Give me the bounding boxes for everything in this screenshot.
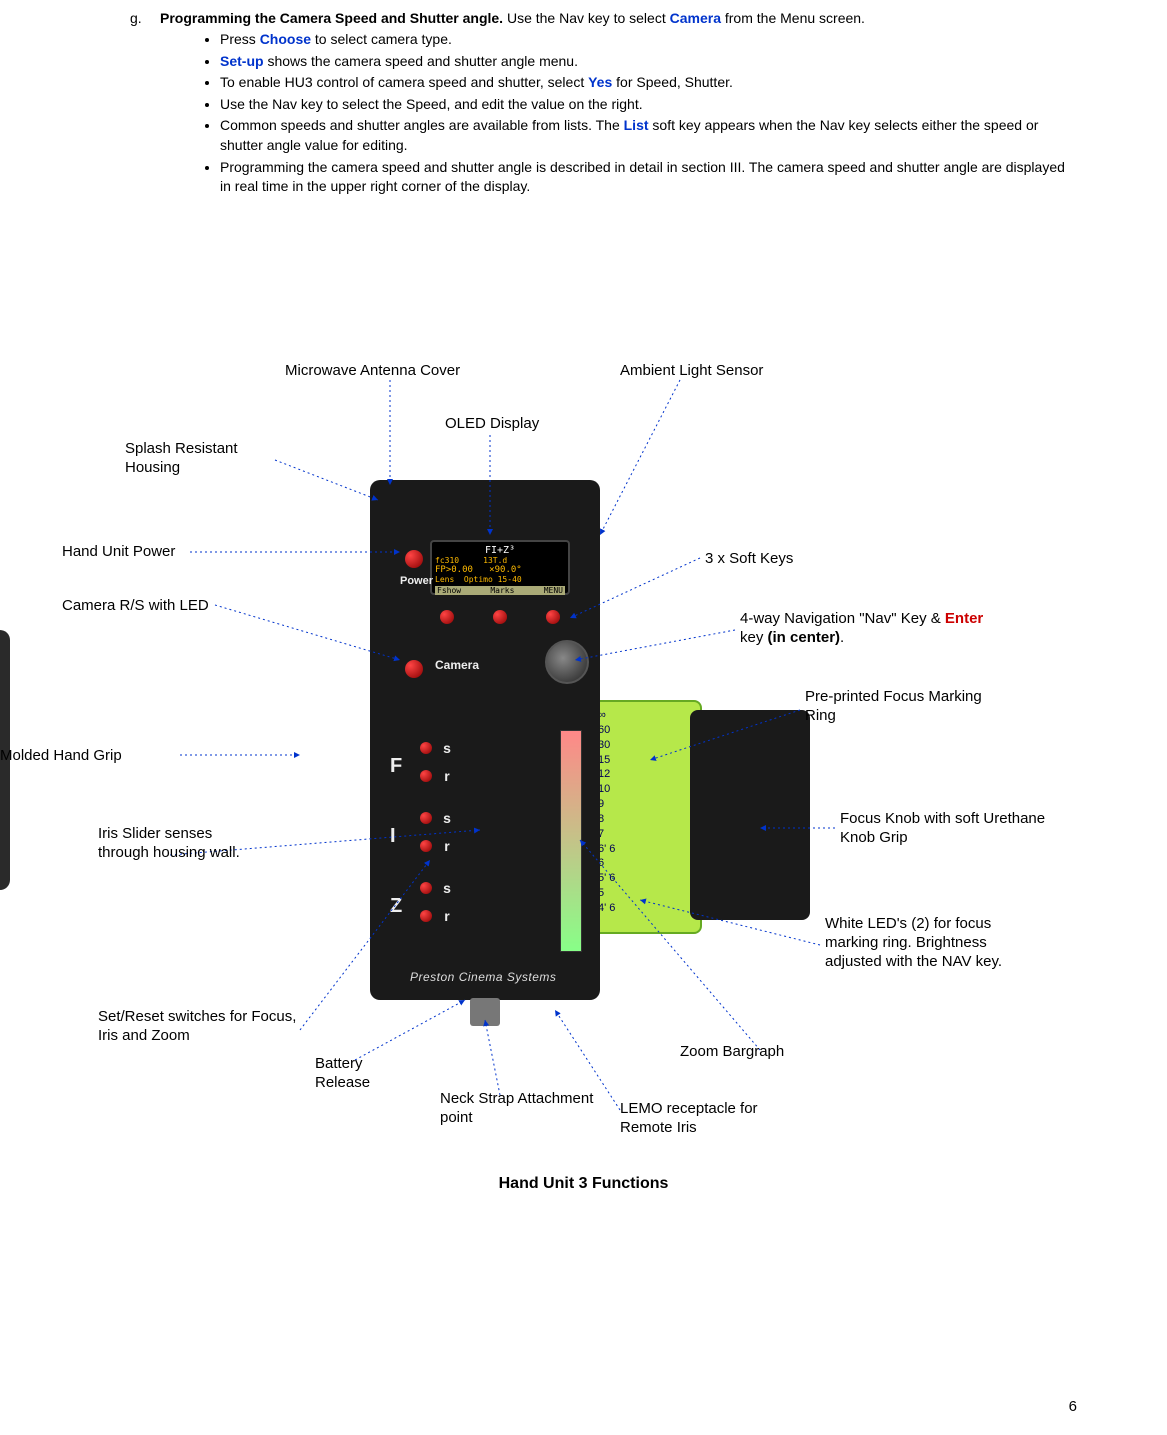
soft-key-2 — [493, 610, 507, 624]
power-label: Power — [400, 575, 433, 587]
fiz-label-f: F — [390, 755, 402, 778]
annotated-diagram: ∞ 60 30 15 12 10 9 8 7 6' 6 6 5' 6 5 4' … — [0, 360, 1167, 1260]
kw-camera: Camera — [670, 10, 721, 26]
callout-setreset: Set/Reset switches for Focus, Iris and Z… — [98, 1008, 298, 1046]
callout-als: Ambient Light Sensor — [620, 362, 763, 381]
section-lead-1: Use the Nav key to select — [503, 10, 670, 26]
callout-power: Hand Unit Power — [62, 543, 175, 562]
callout-neck: Neck Strap Attachment point — [440, 1090, 620, 1128]
camera-rs-button — [405, 660, 423, 678]
oled-display: FI+Z³ fc310 13T.d FP>0.00 ×90.0° Lens Op… — [430, 540, 570, 595]
set-reset-focus: s — [420, 740, 454, 756]
soft-key-1 — [440, 610, 454, 624]
list-item: Set-up shows the camera speed and shutte… — [220, 52, 1067, 72]
list-item: Press Choose to select camera type. — [220, 30, 1067, 50]
page-number: 6 — [1069, 1398, 1077, 1415]
focus-marking-ring: ∞ 60 30 15 12 10 9 8 7 6' 6 6 5' 6 5 4' … — [588, 700, 702, 934]
callout-microwave: Microwave Antenna Cover — [285, 362, 460, 381]
callout-lemo: LEMO receptacle for Remote Iris — [620, 1100, 790, 1138]
callout-prering: Pre-printed Focus Marking Ring — [805, 688, 985, 726]
callout-grip: Molded Hand Grip — [0, 747, 122, 766]
callout-led2: White LED's (2) for focus marking ring. … — [825, 915, 1035, 971]
section-g: g. Programming the Camera Speed and Shut… — [130, 10, 1067, 199]
callout-iris: Iris Slider senses through housing wall. — [98, 825, 258, 863]
bottom-connector — [470, 998, 500, 1026]
figure-caption: Hand Unit 3 Functions — [0, 1175, 1167, 1193]
soft-key-3 — [546, 610, 560, 624]
power-button — [405, 550, 423, 568]
callout-oled: OLED Display — [445, 415, 539, 434]
hand-unit-body: FI+Z³ fc310 13T.d FP>0.00 ×90.0° Lens Op… — [370, 480, 600, 1000]
callout-knob: Focus Knob with soft Urethane Knob Grip — [840, 810, 1060, 848]
list-item: Programming the camera speed and shutter… — [220, 158, 1067, 197]
list-item: Common speeds and shutter angles are ava… — [220, 116, 1067, 155]
fiz-label-z: Z — [390, 895, 402, 918]
brand-label: Preston Cinema Systems — [410, 970, 556, 984]
list-item: To enable HU3 control of camera speed an… — [220, 73, 1067, 93]
list-letter: g. — [130, 10, 160, 199]
focus-knob — [690, 710, 810, 920]
focus-scale: ∞ 60 30 15 12 10 9 8 7 6' 6 6 5' 6 5 4' … — [598, 708, 615, 916]
callout-batt: Battery Release — [315, 1055, 405, 1093]
section-heading: Programming the Camera Speed and Shutter… — [160, 10, 503, 26]
callout-softkeys: 3 x Soft Keys — [705, 550, 793, 569]
fiz-label-i: I — [390, 825, 396, 848]
bullet-list: Press Choose to select camera type. Set-… — [190, 30, 1067, 197]
nav-key — [545, 640, 589, 684]
set-reset-iris: s — [420, 810, 454, 826]
callout-camled: Camera R/S with LED — [62, 597, 209, 616]
soft-keys — [440, 610, 560, 624]
set-reset-zoom: s — [420, 880, 454, 896]
callout-splash: Splash Resistant Housing — [125, 440, 275, 478]
list-item: Use the Nav key to select the Speed, and… — [220, 95, 1067, 115]
section-lead-2: from the Menu screen. — [721, 10, 865, 26]
callout-zoombar: Zoom Bargraph — [680, 1043, 784, 1062]
camera-label: Camera — [435, 658, 479, 672]
zoom-bargraph — [560, 730, 582, 952]
callout-nav: 4-way Navigation "Nav" Key & Enter key (… — [740, 610, 1010, 648]
